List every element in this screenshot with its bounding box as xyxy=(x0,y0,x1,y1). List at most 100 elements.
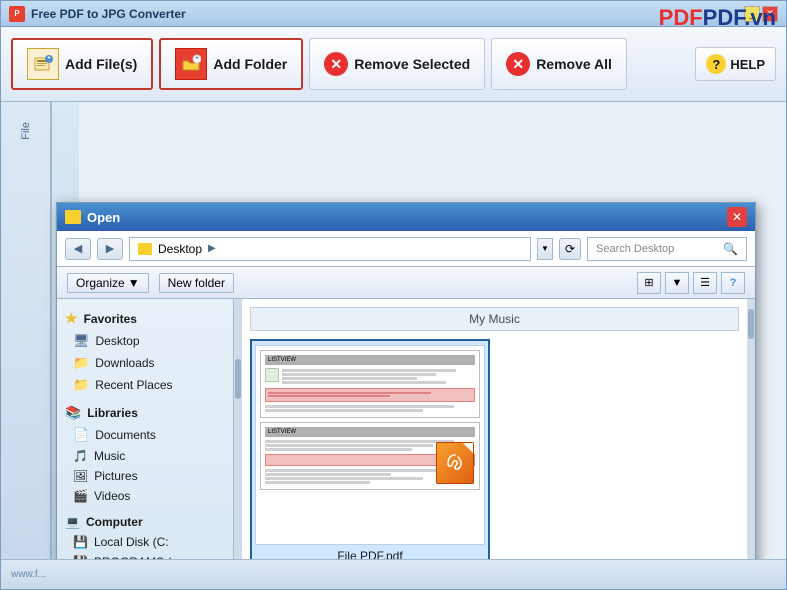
sidebar-item-videos[interactable]: 🎬 Videos xyxy=(57,486,233,506)
address-bar: ◀ ▶ Desktop ▶ ▼ ⟳ Search Desktop 🔍 xyxy=(57,231,755,267)
page2-preview: LISTVIEW xyxy=(260,422,480,490)
dialog-toolbar: Organize ▼ New folder ⊞ ▼ ☰ ? xyxy=(57,267,755,299)
organize-button[interactable]: Organize ▼ xyxy=(67,273,149,293)
main-content: File Open ✕ ◀ ▶ Desktop ▶ ▼ xyxy=(1,102,786,559)
desktop-icon: 🖥 xyxy=(73,333,90,349)
libraries-header: 📚 Libraries xyxy=(57,402,233,424)
sidebar-label-programs: PROGRAMS ( xyxy=(94,555,171,559)
dialog-sidebar: ★ Favorites 🖥 Desktop 📁 Downloads xyxy=(57,299,234,559)
title-bar: P Free PDF to JPG Converter _ ✕ PDFPDF.v… xyxy=(1,1,786,27)
file-item[interactable]: LISTVIEW xyxy=(250,339,490,559)
page1-text-area xyxy=(282,368,475,385)
sidebar-label-videos: Videos xyxy=(94,489,130,503)
text-line xyxy=(282,381,446,384)
dialog-title: Open xyxy=(87,210,120,225)
refresh-button[interactable]: ⟳ xyxy=(559,238,581,260)
organize-label: Organize xyxy=(76,276,125,290)
remove-selected-icon: ✕ xyxy=(324,52,348,76)
pdf-icon-overlay xyxy=(436,442,474,484)
sidebar-item-documents[interactable]: 📄 Documents xyxy=(57,424,233,446)
address-dropdown[interactable]: ▼ xyxy=(537,238,553,260)
sidebar-item-local-disk[interactable]: 💾 Local Disk (C: xyxy=(57,532,233,552)
view-dropdown-button[interactable]: ▼ xyxy=(665,272,689,294)
add-files-icon xyxy=(27,48,59,80)
sidebar-item-music[interactable]: 🎵 Music xyxy=(57,446,233,466)
app-icon: P xyxy=(9,6,25,22)
view-thumbnails-button[interactable]: ⊞ xyxy=(637,272,661,294)
forward-button[interactable]: ▶ xyxy=(97,238,123,260)
back-button[interactable]: ◀ xyxy=(65,238,91,260)
sidebar-label-downloads: Downloads xyxy=(95,356,154,370)
help-dialog-button[interactable]: ? xyxy=(721,272,745,294)
libraries-section: 📚 Libraries 📄 Documents 🎵 Music xyxy=(57,402,233,506)
text-line xyxy=(265,405,454,408)
search-placeholder: Search Desktop xyxy=(596,243,674,255)
text-line xyxy=(282,369,456,372)
remove-all-icon: ✕ xyxy=(506,52,530,76)
text-line xyxy=(265,409,423,412)
page2-header: LISTVIEW xyxy=(265,427,475,437)
pictures-icon: 🖼 xyxy=(73,469,88,483)
remove-all-button[interactable]: ✕ Remove All xyxy=(491,38,627,90)
folder-label: My Music xyxy=(250,307,739,331)
dialog-sidebar-wrapper: ★ Favorites 🖥 Desktop 📁 Downloads xyxy=(57,299,242,559)
main-toolbar: Add File(s) Add Folder ✕ Remove Selected… xyxy=(1,27,786,102)
file-area-scrollbar[interactable] xyxy=(747,299,755,559)
page1-thumbnail xyxy=(265,368,279,382)
file-area[interactable]: My Music LISTVIEW xyxy=(242,299,747,559)
sidebar-label-local-disk: Local Disk (C: xyxy=(94,535,169,549)
help-label: HELP xyxy=(730,57,765,72)
documents-icon: 📄 xyxy=(73,427,89,443)
new-folder-label: New folder xyxy=(168,276,225,290)
search-bar[interactable]: Search Desktop 🔍 xyxy=(587,237,747,261)
libraries-icon: 📚 xyxy=(65,405,81,421)
text-line xyxy=(265,469,454,472)
remove-selected-button[interactable]: ✕ Remove Selected xyxy=(309,38,485,90)
text-line xyxy=(265,473,391,476)
folder-name: My Music xyxy=(469,312,520,326)
page1-header: LISTVIEW xyxy=(265,355,475,365)
favorites-star-icon: ★ xyxy=(65,310,78,327)
help-icon: ? xyxy=(706,54,726,74)
computer-header: 💻 Computer xyxy=(57,512,233,532)
sidebar-label-desktop: Desktop xyxy=(96,334,140,348)
red-content-box xyxy=(265,388,475,402)
sidebar-item-recent[interactable]: 📁 Recent Places xyxy=(57,374,233,396)
text-line xyxy=(282,373,436,376)
app-status-bar: www.f... xyxy=(1,559,786,589)
dialog-title-bar: Open ✕ xyxy=(57,203,755,231)
dialog-title-left: Open xyxy=(65,210,120,225)
open-dialog: Open ✕ ◀ ▶ Desktop ▶ ▼ ⟳ Search Desktop … xyxy=(56,202,756,559)
favorites-label: Favorites xyxy=(84,312,137,326)
favorites-header: ★ Favorites xyxy=(57,307,233,330)
sidebar-item-pictures[interactable]: 🖼 Pictures xyxy=(57,466,233,486)
add-files-button[interactable]: Add File(s) xyxy=(11,38,153,90)
add-folder-button[interactable]: Add Folder xyxy=(159,38,303,90)
pdf-file-icon xyxy=(436,442,474,484)
file-name: File PDF.pdf xyxy=(337,549,402,559)
view-details-button[interactable]: ☰ xyxy=(693,272,717,294)
app-title: Free PDF to JPG Converter xyxy=(31,7,186,21)
new-folder-button[interactable]: New folder xyxy=(159,273,234,293)
sidebar-scroll-thumb xyxy=(235,359,241,399)
help-button[interactable]: ? HELP xyxy=(695,47,776,81)
pdf-swirl-icon xyxy=(445,453,465,473)
add-folder-icon xyxy=(175,48,207,80)
add-folder-label: Add Folder xyxy=(213,56,287,72)
address-location: Desktop xyxy=(158,242,202,256)
sidebar-scrollbar[interactable] xyxy=(234,299,242,559)
sidebar-label-recent: Recent Places xyxy=(95,378,172,392)
view-controls: ⊞ ▼ ☰ ? xyxy=(637,272,745,294)
computer-icon: 💻 xyxy=(65,515,80,529)
title-bar-left: P Free PDF to JPG Converter xyxy=(9,6,186,22)
page1-content xyxy=(265,368,475,385)
dialog-close-button[interactable]: ✕ xyxy=(727,207,747,227)
text-line xyxy=(265,440,454,443)
file-label: File xyxy=(20,122,32,140)
address-input[interactable]: Desktop ▶ xyxy=(129,237,531,261)
app-window: P Free PDF to JPG Converter _ ✕ PDFPDF.v… xyxy=(0,0,787,590)
sidebar-item-desktop[interactable]: 🖥 Desktop xyxy=(57,330,233,352)
sidebar-item-downloads[interactable]: 📁 Downloads xyxy=(57,352,233,374)
sidebar-item-programs[interactable]: 💾 PROGRAMS ( xyxy=(57,552,233,559)
add-files-label: Add File(s) xyxy=(65,56,137,72)
